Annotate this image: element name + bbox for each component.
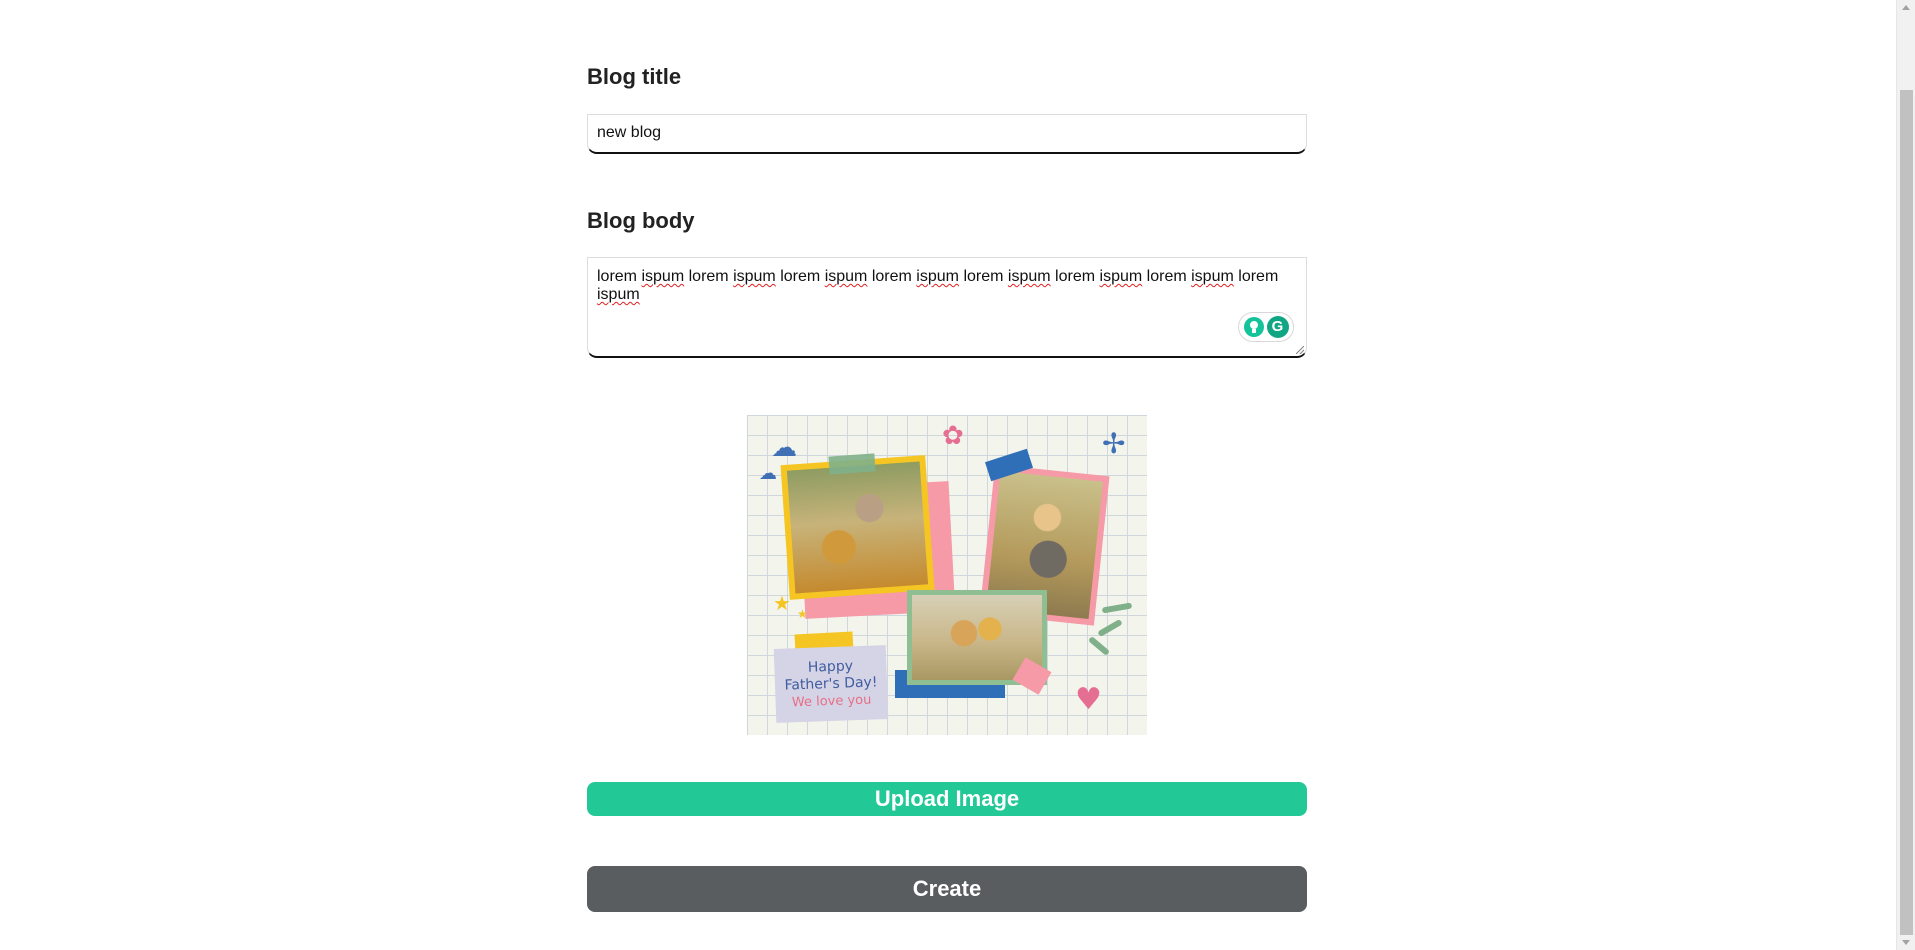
grammarly-suggestion-icon[interactable] [1243,317,1264,337]
blog-body-textarea[interactable]: lorem ispum lorem ispum lorem ispum lore… [587,257,1307,358]
blog-title-input[interactable]: new blog [587,114,1307,154]
flower-icon: ✿ [942,421,964,451]
greeting-line-1: Happy [807,657,854,676]
cloud-icon: ☁ [771,433,797,463]
page: Blog title new blog Blog body lorem ispu… [0,0,1896,950]
greeting-line-3: We love you [791,692,872,710]
washi-tape [828,453,876,475]
leaf-doodle [1097,618,1123,638]
star-icon: ★ [797,607,808,621]
uploaded-image-preview: ☁ ☁ ✿ ✢ ★ ★ Happy Father's Day! We love … [747,415,1147,735]
grammarly-logo-icon[interactable]: G [1266,316,1289,338]
vertical-scrollbar[interactable] [1896,0,1915,950]
cloud-icon: ☁ [759,463,777,484]
star-icon: ★ [773,591,791,615]
body-text: lorem ispum lorem ispum lorem ispum lore… [597,268,1279,303]
textarea-resize-handle[interactable] [1296,346,1304,354]
leaf-doodle [1101,602,1133,614]
upload-image-button[interactable]: Upload Image [587,782,1307,816]
scroll-up-arrow-icon[interactable] [1902,5,1910,10]
heart-icon: ♥ [1075,682,1102,717]
greeting-note: Happy Father's Day! We love you [773,645,889,723]
dragonfly-icon: ✢ [1102,427,1126,460]
scroll-down-arrow-icon[interactable] [1902,940,1910,945]
blog-body-label: Blog body [587,208,695,233]
leaf-doodle [1087,635,1111,657]
blog-title-label: Blog title [587,64,682,89]
photo-frame-1 [780,455,935,600]
grammarly-widget[interactable]: G [1238,312,1294,342]
scrollbar-thumb[interactable] [1900,90,1913,935]
create-button[interactable]: Create [587,866,1307,912]
